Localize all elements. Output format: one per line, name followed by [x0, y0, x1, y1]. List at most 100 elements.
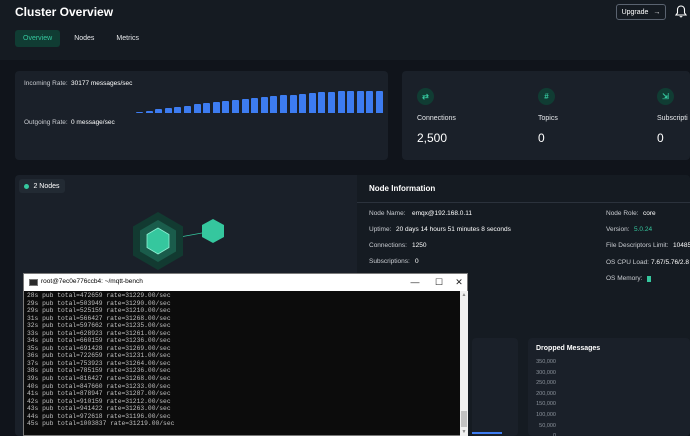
- terminal-line: 39s pub total=816427 rate=31268.00/sec: [27, 375, 171, 383]
- terminal-line: 38s pub total=785159 rate=31236.00/sec: [27, 367, 171, 375]
- dropped-messages-card: Dropped Messages 350,000 300,000 250,000 20…: [528, 338, 690, 436]
- rate-bar: [299, 93, 307, 113]
- node-info-title: Node Information: [369, 184, 436, 193]
- node-connections-value: 1250: [412, 242, 427, 249]
- version-label: Version:: [606, 226, 630, 233]
- terminal-line: 29s pub total=503949 rate=31290.00/sec: [27, 299, 171, 307]
- rate-bar: [356, 91, 364, 113]
- close-icon[interactable]: ✕: [452, 276, 466, 288]
- maximize-icon[interactable]: ☐: [432, 276, 446, 288]
- cpu-load-value: 7.67/5.76/2.8: [651, 259, 689, 266]
- terminal-line: 44s pub total=972618 rate=31196.00/sec: [27, 412, 171, 420]
- terminal-line: 36s pub total=722659 rate=31231.00/sec: [27, 352, 171, 360]
- tab-overview[interactable]: Overview: [15, 30, 61, 47]
- terminal-scrollbar[interactable]: ▲ ▼: [460, 291, 468, 436]
- upgrade-button[interactable]: Upgrade →: [616, 4, 666, 20]
- cpu-load-label: OS CPU Load:: [606, 259, 649, 266]
- rate-bar: [318, 92, 326, 113]
- incoming-rate-value: 30177 messages/sec: [71, 80, 133, 87]
- terminal-line: 42s pub total=910159 rate=31212.00/sec: [27, 397, 171, 405]
- connections-value: 2,500: [417, 131, 448, 145]
- rate-bar: [280, 95, 287, 113]
- rate-bar: [164, 108, 172, 113]
- hash-icon: #: [538, 88, 555, 105]
- tab-nodes[interactable]: Nodes: [66, 30, 102, 47]
- fd-limit-label: File Descriptors Limit:: [606, 242, 669, 249]
- terminal-line: 37s pub total=753923 rate=31264.00/sec: [27, 359, 171, 367]
- rate-bar: [241, 98, 249, 113]
- os-memory-bar: [647, 276, 651, 282]
- node-hex-secondary: [202, 219, 224, 243]
- terminal-line: 31s pub total=566427 rate=31268.00/sec: [27, 314, 171, 322]
- terminal-line: 32s pub total=597662 rate=31235.00/sec: [27, 322, 171, 330]
- connections-icon: ⇄: [417, 88, 434, 105]
- terminal-titlebar[interactable]: root@7ec0e776ccb4: ~/mqtt-bench — ☐ ✕: [24, 274, 467, 291]
- fd-limit-value: 10485: [673, 242, 690, 249]
- rate-bar: [212, 101, 220, 113]
- rate-bar: [184, 105, 191, 113]
- message-rate-card: Incoming Rate: 30177 messages/sec Outgoi…: [15, 71, 388, 160]
- terminal-line: 33s pub total=628923 rate=31261.00/sec: [27, 329, 171, 337]
- connections-label: Connections: [417, 115, 456, 122]
- scroll-down-icon[interactable]: ▼: [461, 429, 467, 435]
- terminal-line: 29s pub total=525159 rate=31210.00/sec: [27, 307, 171, 315]
- rate-bar: [308, 92, 316, 113]
- node-connections-label: Connections:: [369, 242, 407, 249]
- outgoing-rate-label: Outgoing Rate:: [24, 119, 68, 126]
- uptime-value: 20 days 14 hours 51 minutes 8 seconds: [396, 226, 511, 233]
- rate-bar: [337, 91, 345, 113]
- node-name-value: emqx@192.168.0.11: [412, 210, 472, 217]
- y-tick-label: 200,000: [536, 390, 556, 397]
- node-role-label: Node Role:: [606, 210, 639, 217]
- node-name-label: Node Name:: [369, 210, 406, 217]
- version-value: 5.0.24: [634, 226, 653, 233]
- arrow-right-icon: →: [653, 8, 661, 16]
- rate-bar: [232, 99, 239, 113]
- incoming-rate-label: Incoming Rate:: [24, 80, 68, 87]
- outgoing-rate-value: 0 message/sec: [71, 119, 115, 126]
- y-tick-label: 150,000: [536, 401, 556, 408]
- terminal-line: 34s pub total=660159 rate=31236.00/sec: [27, 337, 171, 345]
- rate-bar: [366, 91, 374, 113]
- stats-card: ⇄ Connections 2,500 # Topics 0 ⇲ Subscri…: [402, 71, 690, 160]
- rate-bar: [155, 109, 163, 113]
- nodes-badge-label: 2 Nodes: [33, 182, 60, 190]
- y-tick-label: 350,000: [536, 359, 556, 365]
- rate-bar: [260, 97, 268, 113]
- terminal-line: 45s pub total=1003837 rate=31219.00/sec: [27, 420, 175, 428]
- rate-bar: [289, 94, 297, 113]
- incoming-rate-bars: [136, 91, 386, 113]
- terminal-output[interactable]: 28s pub total=472659 rate=31229.00/sec 29…: [27, 292, 459, 435]
- scroll-up-icon[interactable]: ▲: [461, 292, 467, 298]
- rate-bar: [251, 98, 259, 113]
- node-role-value: core: [643, 210, 656, 217]
- bell-icon[interactable]: [675, 5, 687, 18]
- rate-bar: [193, 104, 201, 113]
- rate-bar: [270, 96, 278, 113]
- page-title: Cluster Overview: [15, 5, 114, 19]
- nodes-badge[interactable]: 2 Nodes: [19, 179, 65, 193]
- tab-metrics[interactable]: Metrics: [108, 30, 147, 47]
- minimize-icon[interactable]: —: [408, 276, 422, 288]
- terminal-icon: [29, 279, 38, 286]
- terminal-line: 28s pub total=472659 rate=31229.00/sec: [27, 292, 171, 299]
- terminal-title: root@7ec0e776ccb4: ~/mqtt-bench: [41, 278, 143, 285]
- scrollbar-thumb[interactable]: [461, 411, 467, 427]
- subscriptions-icon: ⇲: [657, 88, 674, 105]
- terminal-line: 41s pub total=878947 rate=31287.00/sec: [27, 390, 171, 398]
- divider: [357, 202, 690, 203]
- terminal-line: 43s pub total=941422 rate=31263.00/sec: [27, 405, 171, 413]
- rate-bar: [145, 110, 153, 113]
- rate-bar: [174, 106, 182, 113]
- terminal-window[interactable]: root@7ec0e776ccb4: ~/mqtt-bench — ☐ ✕ 28…: [23, 273, 468, 436]
- uptime-label: Uptime:: [369, 226, 392, 233]
- subscriptions-value: 0: [657, 131, 664, 145]
- os-memory-label: OS Memory:: [606, 275, 643, 282]
- terminal-line: 35s pub total=691428 rate=31269.00/sec: [27, 344, 171, 352]
- top-header: Cluster Overview Upgrade → Overview Node…: [0, 0, 690, 60]
- node-subscriptions-value: 0: [415, 258, 419, 265]
- rate-bar: [136, 112, 143, 113]
- y-tick-label: 250,000: [536, 380, 556, 387]
- node-topology-graph: [133, 212, 224, 270]
- y-tick-label: 50,000: [539, 422, 556, 429]
